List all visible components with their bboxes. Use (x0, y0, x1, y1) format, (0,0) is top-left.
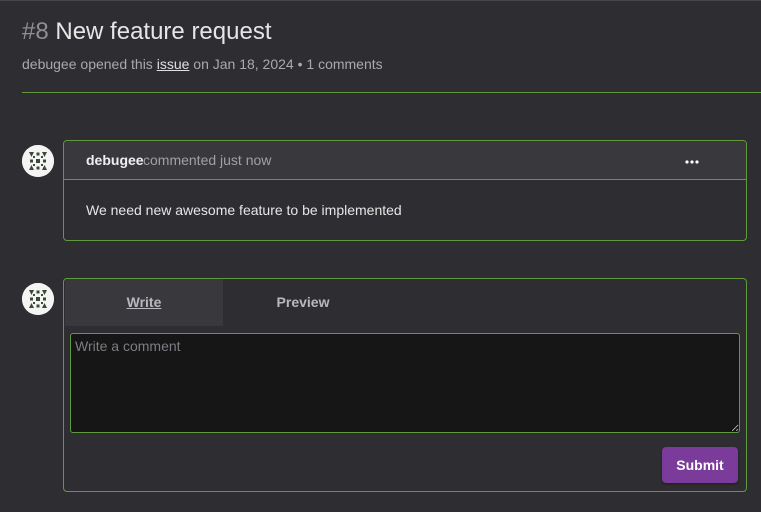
comment-input[interactable] (70, 333, 740, 433)
comment-body: We need new awesome feature to be implem… (86, 202, 402, 218)
comment-card: debugee commented just now We need new a… (63, 140, 747, 241)
header-divider (22, 92, 761, 93)
tab-preview[interactable]: Preview (224, 279, 382, 326)
comment-count: 1 comments (306, 56, 383, 72)
avatar (22, 283, 54, 315)
issue-link[interactable]: issue (157, 56, 190, 72)
comment-timestamp: commented just now (143, 152, 272, 168)
more-horizontal-icon[interactable] (684, 153, 700, 169)
identicon-icon (22, 145, 54, 177)
page-title: #8 New feature request (22, 17, 272, 47)
issue-author: debugee (22, 56, 77, 72)
comment-header: debugee commented just now (64, 141, 746, 180)
comment-editor: Write Preview Submit (63, 278, 747, 492)
issue-title: New feature request (55, 18, 272, 45)
tab-write[interactable]: Write (65, 279, 223, 326)
submit-button[interactable]: Submit (662, 447, 738, 483)
issue-number: #8 (22, 18, 49, 45)
issue-page: #8 New feature request debugee opened th… (0, 0, 761, 512)
issue-opened-text: opened this (80, 56, 153, 72)
issue-meta: debugee opened this issue on Jan 18, 202… (22, 55, 383, 73)
avatar (22, 145, 54, 177)
identicon-icon (22, 283, 54, 315)
meta-separator: • (297, 56, 303, 72)
comment-author[interactable]: debugee (86, 152, 144, 168)
issue-date: on Jan 18, 2024 (193, 56, 294, 72)
